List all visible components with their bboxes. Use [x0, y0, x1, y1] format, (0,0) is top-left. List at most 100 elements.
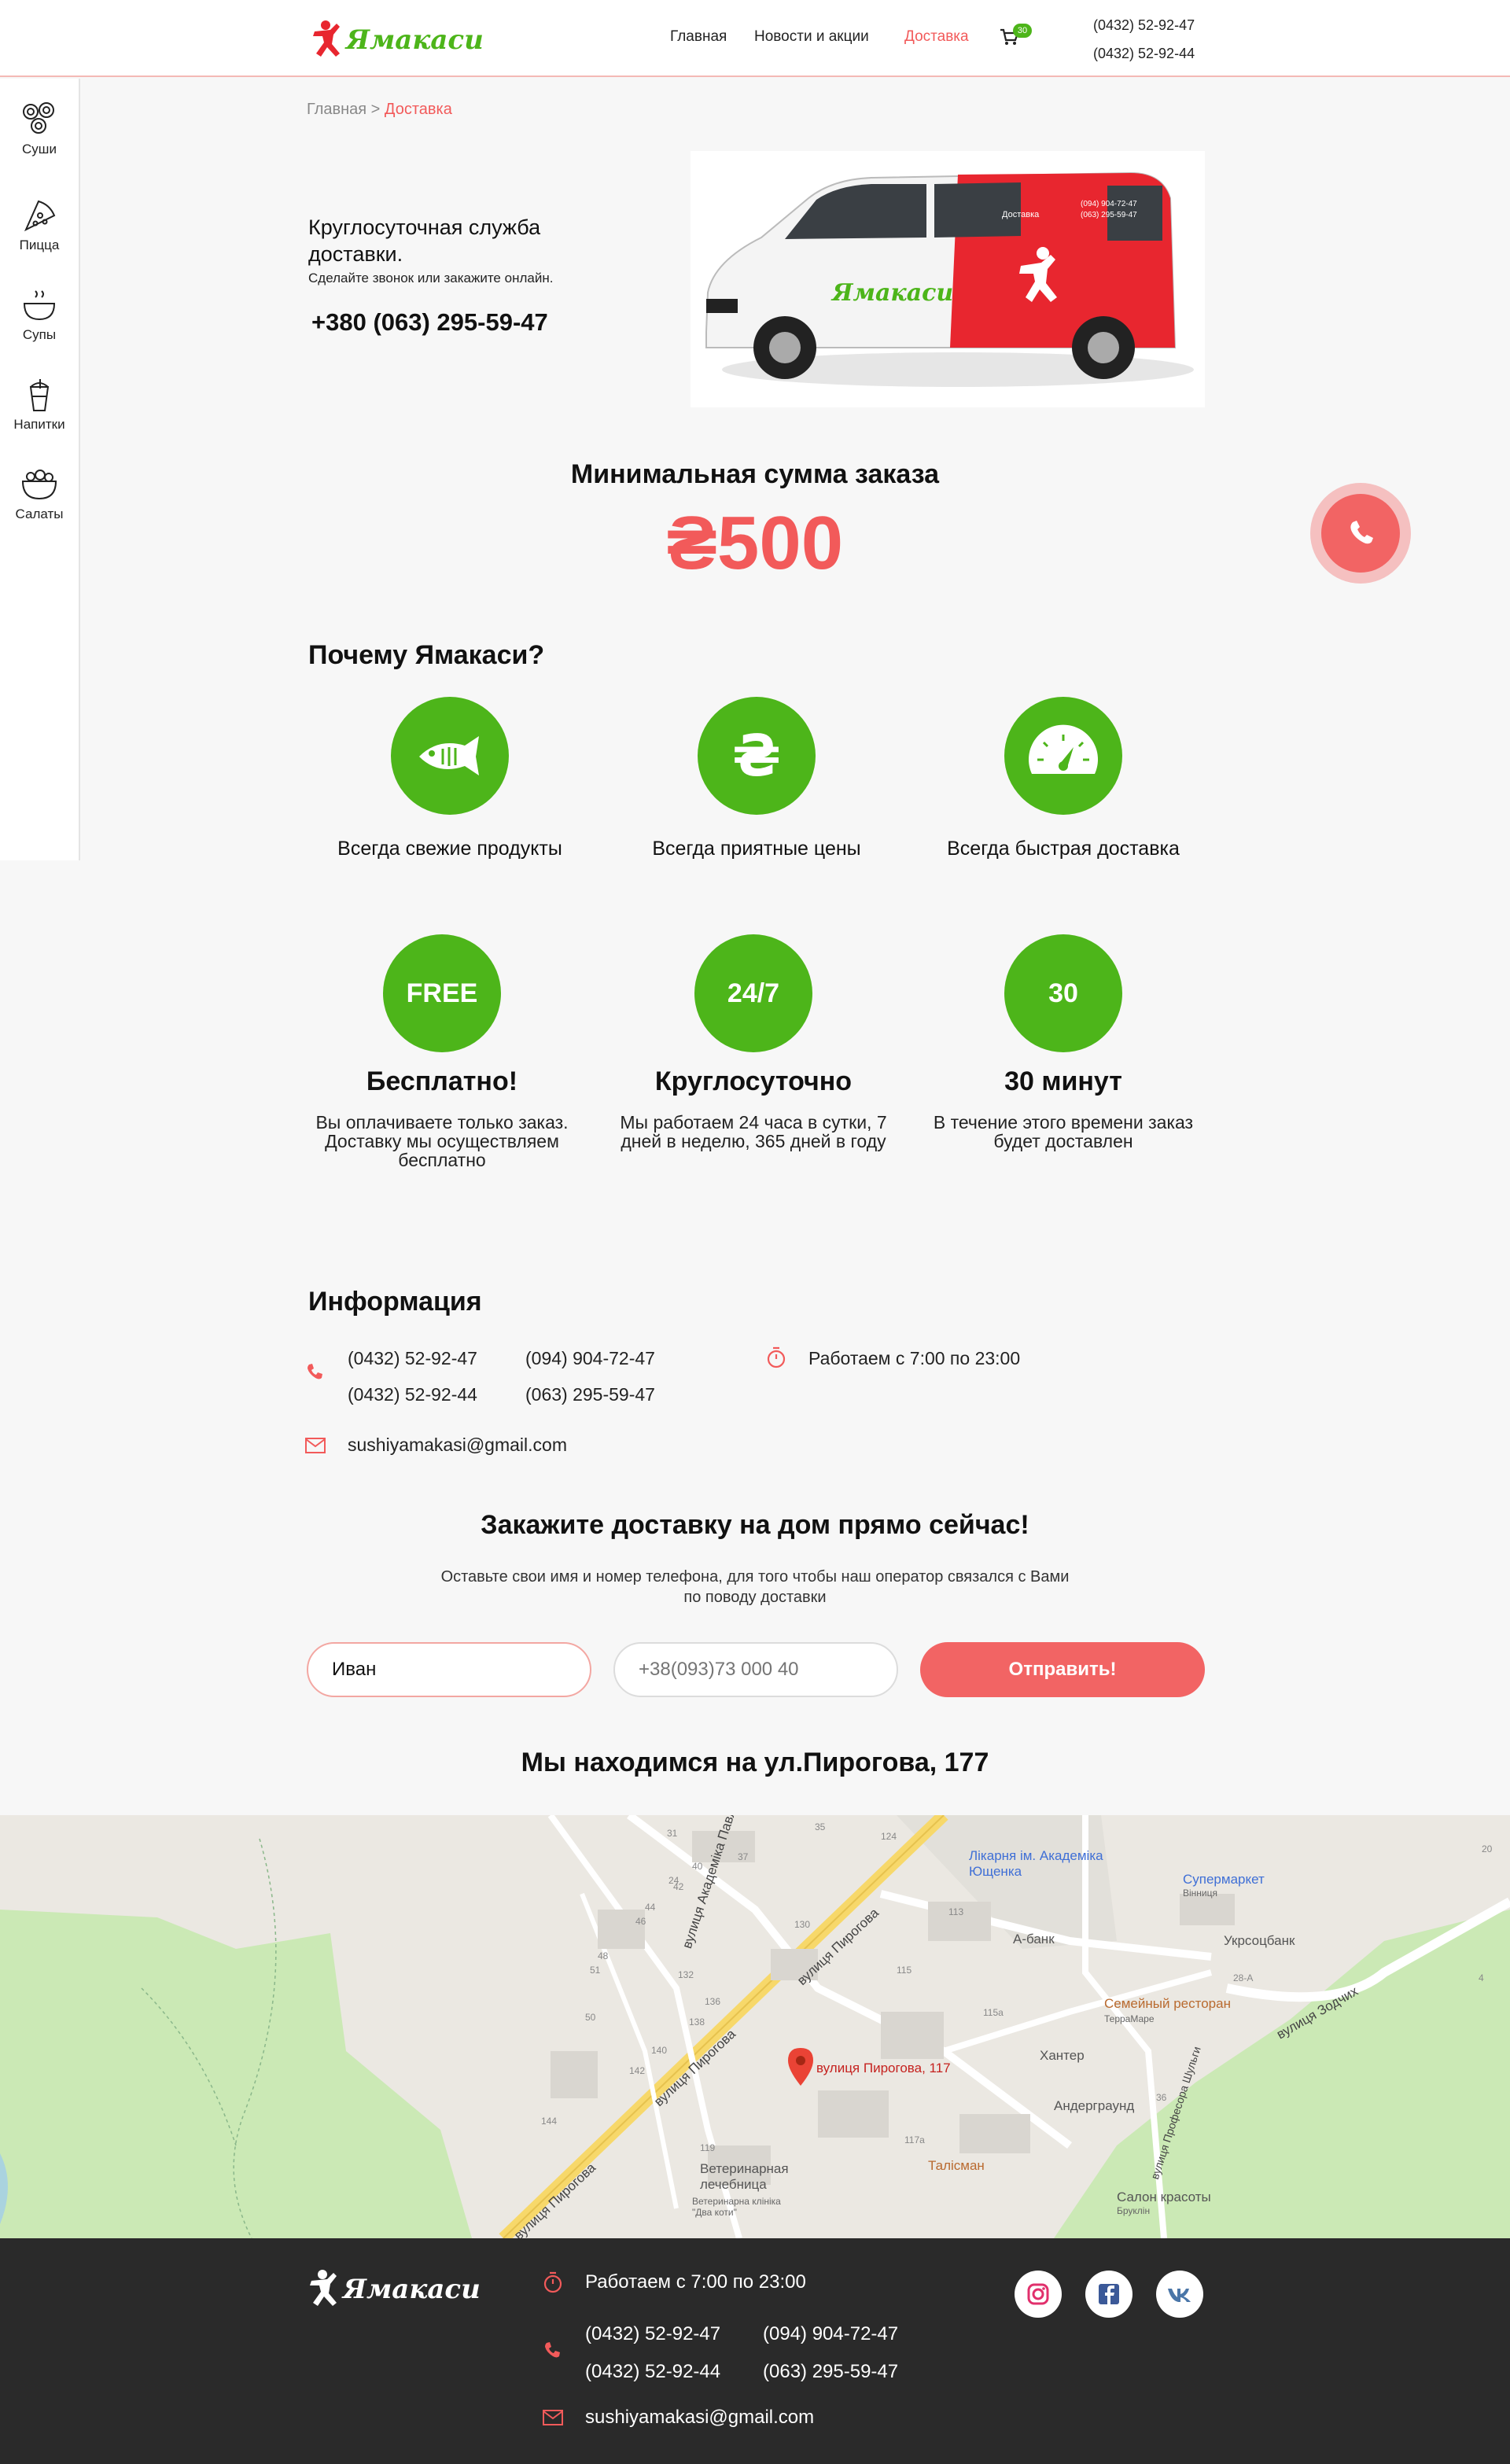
footer-hours: Работаем с 7:00 по 23:00 — [585, 2271, 806, 2293]
breadcrumb: Главная > Доставка — [307, 101, 452, 119]
name-input[interactable] — [307, 1642, 591, 1697]
building-number: 119 — [700, 2142, 716, 2153]
submit-button[interactable]: Отправить! — [920, 1642, 1205, 1697]
instagram-icon — [1027, 2283, 1049, 2305]
building-number: 115а — [983, 2007, 1004, 2018]
building-number: 48 — [598, 1950, 609, 1961]
building-number: 117а — [904, 2134, 925, 2145]
stat-text: Вы оплачиваете только заказ. Доставку мы… — [315, 1112, 569, 1170]
feature-label: Всегда быстрая доставка — [947, 838, 1180, 860]
building-number: 31 — [667, 1828, 678, 1839]
hero-phone[interactable]: +380 (063) 295-59-47 — [311, 308, 548, 337]
mail-icon — [543, 2410, 563, 2425]
footer-logo[interactable]: Ямакаси — [307, 2267, 481, 2311]
svg-text:Ямакаси: Ямакаси — [344, 24, 484, 56]
vk-icon — [1168, 2289, 1191, 2302]
building-number: 35 — [815, 1821, 826, 1832]
phone-input[interactable] — [613, 1642, 898, 1697]
facebook-icon — [1099, 2284, 1119, 2304]
svg-text:₴: ₴ — [732, 723, 781, 789]
call-button[interactable] — [1310, 483, 1411, 584]
vk-button[interactable] — [1156, 2271, 1203, 2318]
site-header: Ямакаси Главная Новости и акции Доставка… — [0, 0, 1510, 77]
place-label: Андерграунд — [1054, 2098, 1135, 2113]
stat-text: Мы работаем 24 часа в сутки, 7 дней в не… — [620, 1112, 887, 1151]
sidebar-item-label: Напитки — [13, 417, 65, 432]
footer-phone-1[interactable]: (0432) 52-92-47 — [585, 2323, 720, 2345]
info-phone-2[interactable]: (094) 904-72-47 — [525, 1348, 655, 1369]
info-phone-3[interactable]: (0432) 52-92-44 — [348, 1384, 477, 1405]
sidebar-item-label: Пицца — [19, 238, 60, 252]
site-footer: Ямакаси Работаем с 7:00 по 23:00 (0432) … — [0, 2238, 1510, 2464]
nav-home[interactable]: Главная — [670, 28, 727, 46]
stat-30-min: 30 30 минут В течение этого времени зака… — [922, 934, 1205, 1151]
stat-title: 30 минут — [1004, 1066, 1122, 1096]
drink-icon — [29, 379, 50, 411]
place-sublabel: Ветеринарна клініка "Два коти" — [692, 2196, 781, 2218]
place-sublabel: ТерраМаре — [1104, 2013, 1155, 2024]
feature-fresh: Всегда свежие продукты — [332, 697, 568, 864]
breadcrumb-home[interactable]: Главная — [307, 101, 366, 118]
breadcrumb-current: Доставка — [384, 101, 452, 118]
building-number: 46 — [635, 1916, 646, 1927]
stat-free: FREE Бесплатно! Вы оплачиваете только за… — [300, 934, 584, 1169]
location-map[interactable]: вулиця Пирогова, 117 вулиця Академіка Па… — [0, 1815, 1510, 2238]
marker-label: вулиця Пирогова, 117 — [816, 2061, 951, 2075]
building-number: 42 — [673, 1881, 684, 1892]
place-label: Супермаркет — [1183, 1872, 1265, 1887]
info-phone-1[interactable]: (0432) 52-92-47 — [348, 1348, 477, 1369]
stat-badge: 24/7 — [694, 934, 812, 1052]
location-marker-icon[interactable] — [788, 2048, 813, 2086]
feature-prices: ₴ Всегда приятные цены — [639, 697, 875, 864]
building-number: 124 — [881, 1831, 897, 1842]
phone-icon — [308, 1364, 322, 1379]
pizza-icon — [24, 200, 56, 232]
info-email[interactable]: sushiyamakasi@gmail.com — [348, 1435, 567, 1456]
building-number: 130 — [794, 1919, 811, 1930]
footer-phone-3[interactable]: (0432) 52-92-44 — [585, 2361, 720, 2383]
building-number: 44 — [645, 1902, 656, 1913]
instagram-button[interactable] — [1015, 2271, 1062, 2318]
yamakasi-logo[interactable]: Ямакаси — [310, 17, 484, 61]
stat-badge: 30 — [1004, 934, 1122, 1052]
header-phone-1[interactable]: (0432) 52-92-47 — [1093, 17, 1195, 34]
building-number: 144 — [541, 2116, 558, 2127]
building-number: 4 — [1479, 1972, 1484, 1983]
building-number: 132 — [678, 1969, 694, 1980]
sidebar-item-drinks[interactable]: Напитки — [0, 378, 79, 433]
footer-phone-4[interactable]: (063) 295-59-47 — [763, 2361, 898, 2383]
hero-subtitle: Сделайте звонок или закажите онлайн. — [308, 271, 554, 285]
stat-24-7: 24/7 Круглосуточно Мы работаем 24 часа в… — [612, 934, 895, 1151]
stat-badge: FREE — [383, 934, 501, 1052]
facebook-button[interactable] — [1085, 2271, 1132, 2318]
building-number: 37 — [738, 1851, 749, 1862]
footer-email[interactable]: sushiyamakasi@gmail.com — [585, 2407, 814, 2429]
feature-label: Всегда свежие продукты — [337, 838, 562, 860]
feature-label: Всегда приятные цены — [652, 838, 861, 860]
building-number: 40 — [692, 1861, 703, 1872]
info-phone-4[interactable]: (063) 295-59-47 — [525, 1384, 655, 1405]
building-number: 142 — [629, 2065, 646, 2076]
stat-title: Круглосуточно — [654, 1066, 853, 1096]
footer-phone-2[interactable]: (094) 904-72-47 — [763, 2323, 898, 2345]
place-sublabel: Бруклін — [1117, 2205, 1151, 2216]
min-order-title: Минимальная сумма заказа — [570, 459, 940, 489]
nav-delivery[interactable]: Доставка — [904, 28, 969, 46]
speedometer-icon — [1029, 724, 1098, 774]
building-number: 28-А — [1233, 1972, 1254, 1983]
van-label: Доставка — [1002, 210, 1040, 219]
place-label: Салон красоты — [1117, 2190, 1211, 2204]
building-number: 113 — [948, 1906, 964, 1917]
sidebar-item-sushi[interactable]: Суши — [0, 102, 79, 157]
info-title: Информация — [308, 1287, 482, 1317]
phone-icon — [1350, 521, 1373, 544]
header-phone-2[interactable]: (0432) 52-92-44 — [1093, 46, 1195, 62]
svg-text:Ямакаси: Ямакаси — [830, 279, 953, 307]
sidebar-item-pizza[interactable]: Пицца — [0, 198, 79, 253]
place-label: А-банк — [1013, 1932, 1055, 1947]
sidebar-item-soup[interactable]: Супы — [0, 288, 79, 343]
feature-fast: Всегда быстрая доставка — [945, 697, 1181, 864]
building-number: 136 — [705, 1996, 721, 2007]
place-label: Талісман — [928, 2158, 985, 2173]
nav-news[interactable]: Новости и акции — [754, 28, 869, 46]
